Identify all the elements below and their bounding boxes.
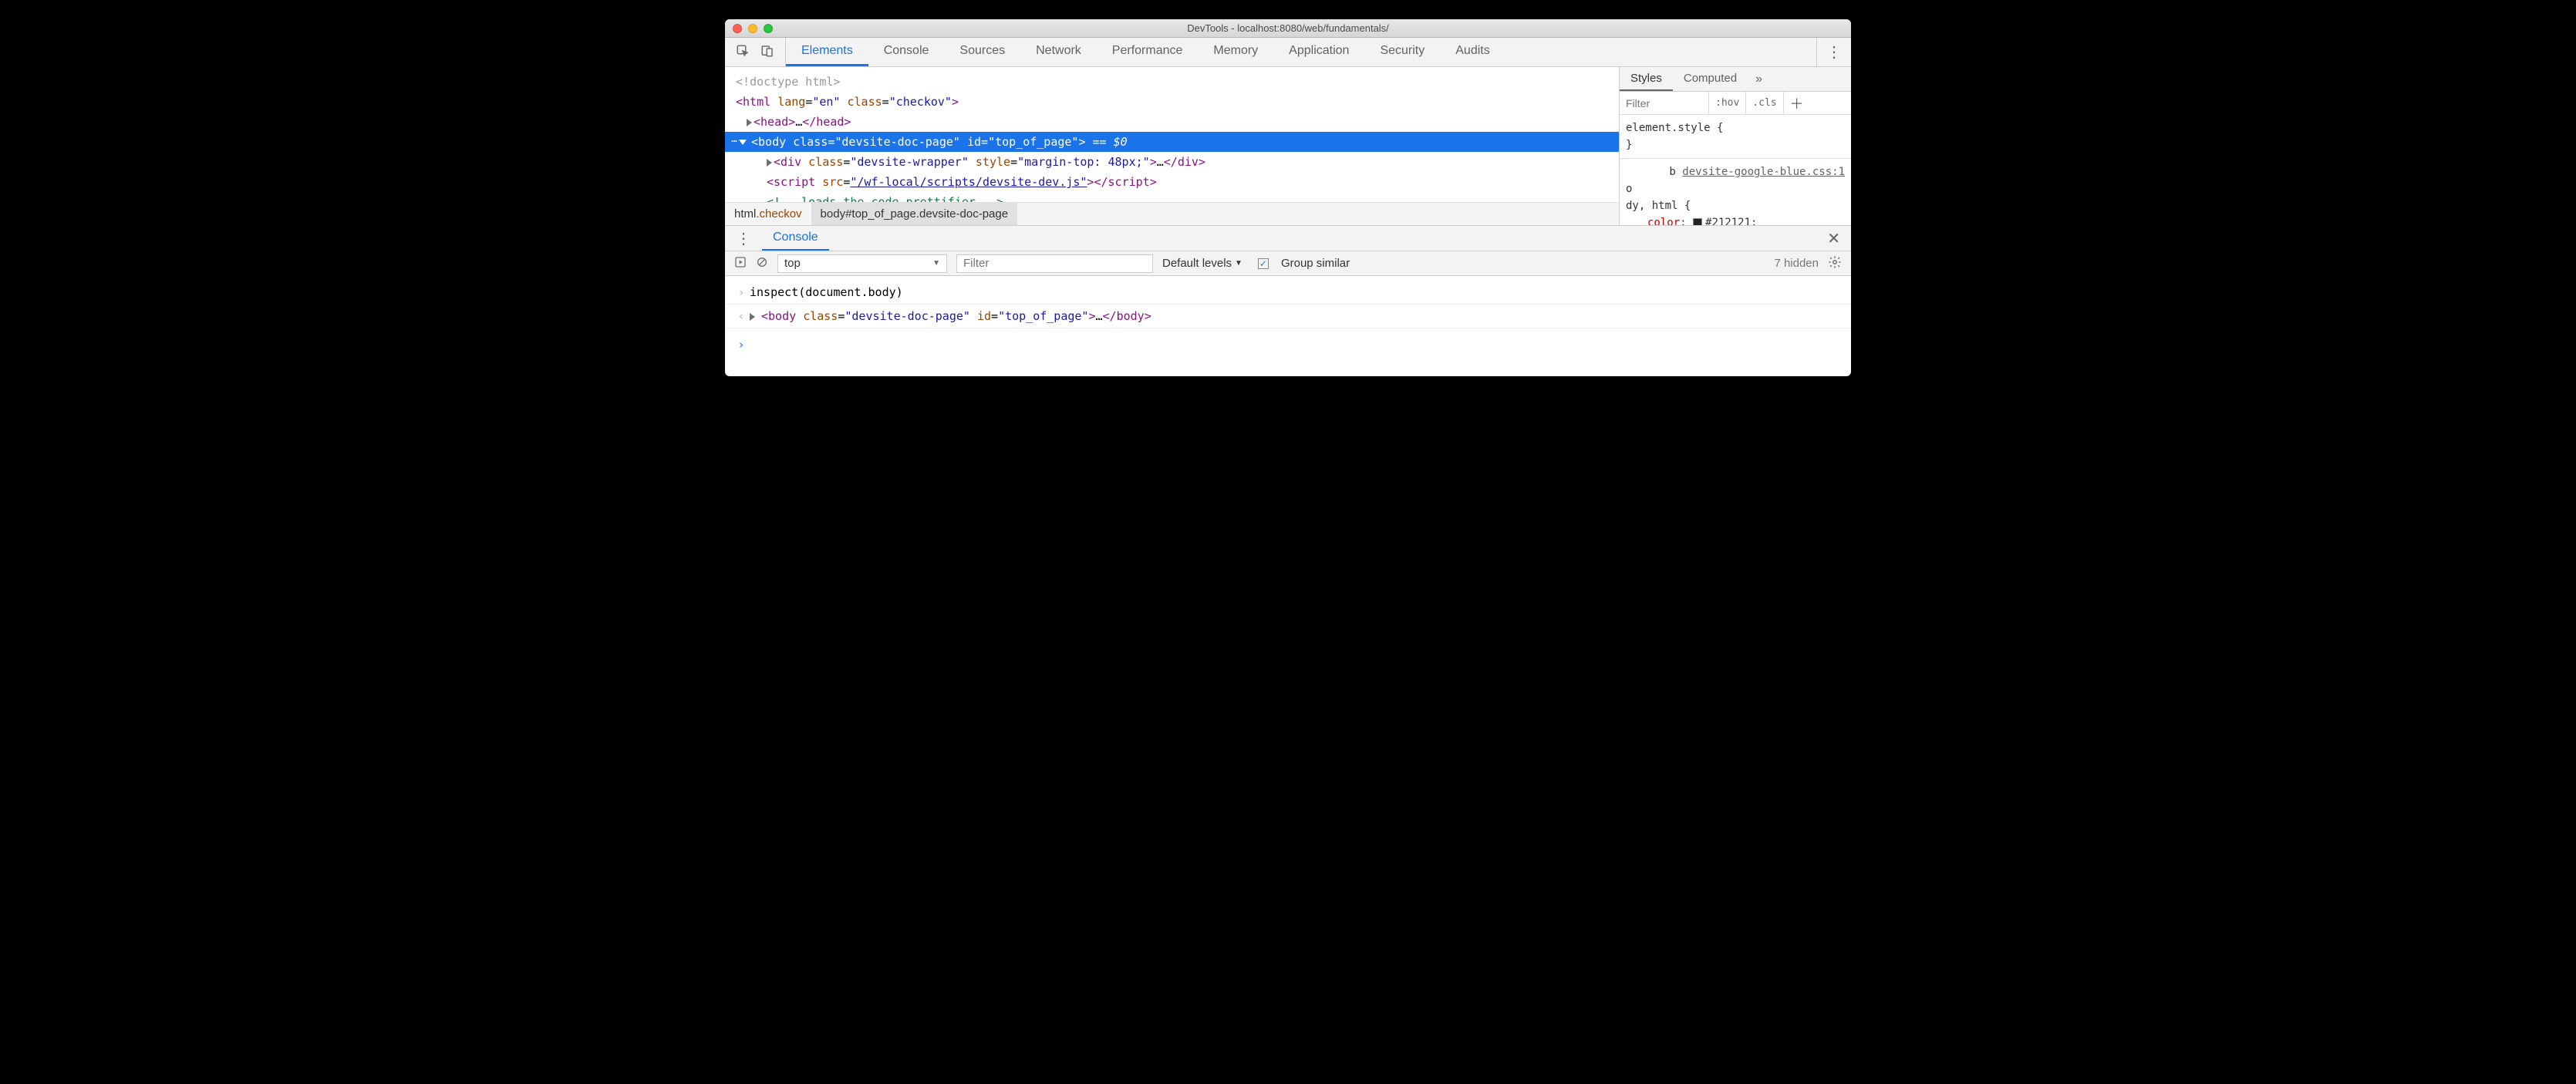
dom-doctype[interactable]: <!doctype html> (736, 75, 840, 89)
more-menu-icon[interactable]: ⋮ (1826, 42, 1842, 62)
tab-console[interactable]: Console (868, 38, 945, 66)
group-similar-label: Group similar (1281, 257, 1350, 270)
breadcrumb-body[interactable]: body#top_of_page.devsite-doc-page (811, 203, 1018, 225)
styles-tab[interactable]: Styles (1620, 67, 1673, 91)
tab-audits[interactable]: Audits (1440, 38, 1505, 66)
computed-tab[interactable]: Computed (1673, 67, 1748, 91)
rule-selector[interactable]: dy, html { (1626, 197, 1845, 214)
devtools-window: DevTools - localhost:8080/web/fundamenta… (725, 19, 1851, 376)
console-prompt[interactable]: › (725, 328, 1851, 361)
clear-console-icon[interactable] (756, 256, 768, 271)
tab-performance[interactable]: Performance (1097, 38, 1199, 66)
more-tabs-icon[interactable]: » (1748, 72, 1770, 86)
collapse-icon[interactable] (739, 140, 747, 145)
expand-icon[interactable] (747, 119, 752, 126)
breadcrumb-html[interactable]: html.checkov (725, 203, 811, 225)
console-input-history[interactable]: › inspect(document.body) (725, 281, 1851, 305)
tab-sources[interactable]: Sources (944, 38, 1020, 66)
toggle-device-icon[interactable] (760, 44, 774, 60)
run-icon[interactable] (734, 256, 747, 271)
tab-network[interactable]: Network (1020, 38, 1097, 66)
dom-div-wrapper[interactable]: <div class="devsite-wrapper" style="marg… (725, 152, 1619, 172)
main-tabs: Elements Console Sources Network Perform… (786, 38, 1505, 66)
inline-style-open[interactable]: element.style { (1626, 120, 1845, 136)
cls-toggle[interactable]: .cls (1745, 92, 1782, 114)
drawer-close-button[interactable]: ✕ (1816, 229, 1851, 248)
inline-style-close: } (1626, 136, 1845, 153)
styles-panel: Styles Computed » :hov .cls ＋ element.st… (1620, 67, 1851, 225)
hidden-count[interactable]: 7 hidden (1774, 257, 1819, 270)
tab-memory[interactable]: Memory (1198, 38, 1273, 66)
group-similar-checkbox[interactable]: ✓ (1258, 258, 1269, 269)
dom-head[interactable]: <head>…</head> (725, 112, 1619, 132)
elements-panel: <!doctype html> <html lang="en" class="c… (725, 67, 1620, 225)
tab-elements[interactable]: Elements (786, 38, 868, 66)
expand-icon[interactable] (767, 159, 772, 167)
console-filter-input[interactable] (956, 254, 1153, 273)
window-title: DevTools - localhost:8080/web/fundamenta… (725, 22, 1851, 34)
styles-filter-input[interactable] (1620, 92, 1708, 114)
dom-comment[interactable]: <!-- loads the code prettifier --> (725, 192, 1619, 202)
new-rule-button[interactable]: ＋ (1783, 92, 1810, 114)
dom-script-devsite[interactable]: <script src="/wf-local/scripts/devsite-d… (725, 172, 1619, 192)
rule-source[interactable]: b devsite-google-blue.css:1 (1626, 163, 1845, 180)
console-output[interactable]: › inspect(document.body) ‹ <body class="… (725, 276, 1851, 376)
context-selector[interactable]: top▼ (777, 254, 947, 273)
main-toolbar: Elements Console Sources Network Perform… (725, 38, 1851, 67)
tab-security[interactable]: Security (1364, 38, 1440, 66)
drawer-tab-console[interactable]: Console (762, 226, 829, 251)
inspect-element-icon[interactable] (736, 44, 750, 60)
console-result[interactable]: ‹ <body class="devsite-doc-page" id="top… (725, 305, 1851, 328)
hov-toggle[interactable]: :hov (1708, 92, 1745, 114)
breadcrumb: html.checkov body#top_of_page.devsite-do… (725, 202, 1619, 225)
dom-html-open[interactable]: <html lang="en" class="checkov"> (725, 92, 1619, 112)
window-titlebar: DevTools - localhost:8080/web/fundamenta… (725, 19, 1851, 38)
console-toolbar: top▼ Default levels▼ ✓ Group similar 7 h… (725, 251, 1851, 276)
rule-color[interactable]: color: #212121; (1626, 214, 1845, 225)
drawer-header: ⋮ Console ✕ (725, 225, 1851, 251)
log-levels-dropdown[interactable]: Default levels▼ (1162, 257, 1242, 270)
expand-icon[interactable] (750, 313, 755, 321)
rule-selector-o: o (1626, 180, 1845, 197)
tab-application[interactable]: Application (1273, 38, 1364, 66)
dom-tree[interactable]: <!doctype html> <html lang="en" class="c… (725, 67, 1619, 202)
color-swatch-icon[interactable] (1693, 218, 1702, 225)
dom-body-selected[interactable]: ⋯ <body class="devsite-doc-page" id="top… (725, 132, 1619, 152)
console-settings-icon[interactable] (1828, 255, 1842, 272)
drawer-menu-icon[interactable]: ⋮ (725, 229, 762, 248)
